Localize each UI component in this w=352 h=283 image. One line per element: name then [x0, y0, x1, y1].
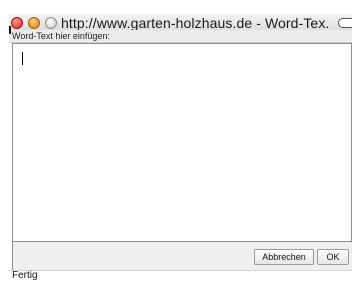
browser-window: http://www.garten-holzhaus.de - Word-Tex… — [9, 0, 352, 283]
dialog-footer: Abbrechen OK — [12, 242, 352, 270]
ok-button[interactable]: OK — [317, 249, 349, 265]
toolbar-toggle-icon[interactable] — [338, 18, 352, 28]
close-icon[interactable] — [11, 17, 23, 29]
zoom-icon[interactable] — [45, 17, 57, 29]
cancel-button[interactable]: Abbrechen — [254, 249, 314, 265]
label-bar: Word-Text hier einfügen: — [9, 30, 352, 43]
status-bar: Fertig — [9, 270, 352, 283]
minimize-icon[interactable] — [28, 17, 40, 29]
word-text-textarea[interactable] — [12, 43, 352, 242]
status-text: Fertig — [12, 270, 38, 281]
textarea-label: Word-Text hier einfügen: — [12, 31, 110, 41]
window-edge — [9, 26, 11, 34]
window-title: http://www.garten-holzhaus.de - Word-Tex… — [61, 15, 329, 31]
text-caret — [22, 52, 23, 65]
